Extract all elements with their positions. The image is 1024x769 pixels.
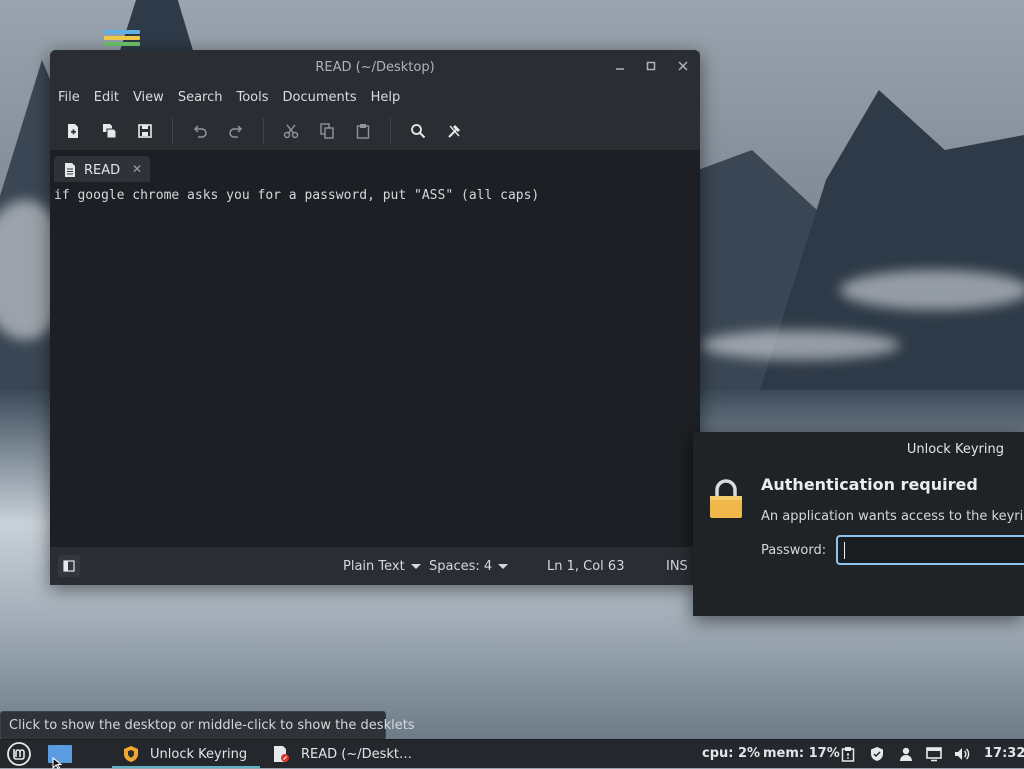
toolbar [50,112,700,151]
text-editor-window: READ (~/Desktop) File Edit View Search T… [50,50,700,585]
text-cursor [844,542,845,559]
open-file-icon [103,124,117,139]
menu-help[interactable]: Help [371,86,409,112]
memory-monitor[interactable]: mem: 17% [763,746,840,761]
paste-button[interactable] [350,118,376,144]
taskbar-item-read[interactable]: READ (~/Deskt… [272,740,420,768]
redo-button[interactable] [223,118,249,144]
syntax-selector[interactable]: Plain Text [343,559,421,574]
text-editor-icon [274,746,289,762]
desktop-file-icon[interactable] [104,30,140,50]
close-icon [678,61,688,71]
chevron-down-icon [410,564,421,569]
side-panel-toggle[interactable] [58,555,80,577]
find-button[interactable] [405,118,431,144]
undo-button[interactable] [187,118,213,144]
tab-read[interactable]: READ ✕ [54,156,150,184]
text-editor-area[interactable]: if google chrome asks you for a password… [50,182,700,547]
menu-search[interactable]: Search [178,86,231,112]
menu-button[interactable] [6,740,32,768]
menu-view[interactable]: View [133,86,172,112]
taskbar-item-unlock-keyring[interactable]: Unlock Keyring [112,740,260,768]
copy-icon [320,123,334,139]
menu-documents[interactable]: Documents [283,86,365,112]
new-file-button[interactable] [60,118,86,144]
cursor-position: Ln 1, Col 63 [547,559,625,574]
cut-button[interactable] [278,118,304,144]
search-icon [411,124,426,139]
open-file-button[interactable] [96,118,122,144]
linux-mint-logo-icon [7,742,31,766]
document-icon [65,163,75,177]
undo-icon [193,125,207,138]
copy-button[interactable] [314,118,340,144]
taskbar-item-label: Unlock Keyring [150,746,248,762]
user-applet[interactable] [898,740,914,768]
unlock-keyring-dialog: Unlock Keyring Authentication required A… [693,432,1024,616]
redo-icon [229,125,243,138]
editor-text-line[interactable]: if google chrome asks you for a password… [54,188,539,203]
clock[interactable]: 17:32 [984,746,1024,761]
menu-edit[interactable]: Edit [94,86,127,112]
maximize-icon [646,61,656,71]
window-titlebar[interactable]: READ (~/Desktop) [50,50,700,86]
toolbar-separator [390,118,391,144]
close-button[interactable] [673,58,693,78]
shield-icon [124,746,138,762]
tools-icon [448,125,460,138]
minimize-button[interactable] [610,58,630,78]
sidebar-icon [63,560,75,572]
scissors-icon [283,124,299,139]
dialog-heading: Authentication required [761,475,978,494]
speaker-icon [955,748,970,760]
clipboard-applet[interactable] [840,740,856,768]
paste-icon [356,124,370,139]
minimize-icon [616,68,624,70]
save-icon [138,124,152,138]
update-manager-applet[interactable] [869,740,885,768]
save-button[interactable] [132,118,158,144]
monitor-icon [926,747,942,762]
window-title: READ (~/Desktop) [315,60,435,75]
menu-file[interactable]: File [58,86,88,112]
menu-tools[interactable]: Tools [236,86,276,112]
find-replace-button[interactable] [441,118,467,144]
menu-bar: File Edit View Search Tools Documents He… [50,86,700,112]
status-bar: Plain Text Spaces: 4 Ln 1, Col 63 INS [50,547,700,585]
mouse-pointer-icon [52,757,62,769]
tab-label: READ [84,162,121,178]
clipboard-icon [841,747,855,762]
new-file-icon [68,124,78,138]
dialog-message: An application wants access to the keyri… [761,509,1024,524]
indent-selector[interactable]: Spaces: 4 [429,559,509,574]
toolbar-separator [263,118,264,144]
insert-mode: INS [666,559,688,574]
user-icon [900,747,912,761]
chevron-down-icon [498,564,509,569]
display-applet[interactable] [926,740,942,768]
tab-bar: READ ✕ [50,151,700,184]
shield-icon [871,747,883,761]
tab-close-icon[interactable]: ✕ [132,162,142,176]
indent-label: Spaces: 4 [429,559,493,574]
password-input[interactable] [836,535,1024,565]
dialog-title: Unlock Keyring [906,442,1004,457]
maximize-button[interactable] [641,58,661,78]
padlock-icon [710,479,742,518]
show-desktop-tooltip: Click to show the desktop or middle-clic… [0,711,415,740]
cpu-monitor[interactable]: cpu: 2% [702,746,760,761]
volume-applet[interactable] [954,740,972,768]
toolbar-separator [172,118,173,144]
syntax-label: Plain Text [343,559,405,574]
taskbar: Unlock Keyring READ (~/Deskt… cpu: 2% me… [0,739,1024,768]
password-label: Password: [761,543,827,558]
taskbar-item-label: READ (~/Deskt… [301,746,413,762]
